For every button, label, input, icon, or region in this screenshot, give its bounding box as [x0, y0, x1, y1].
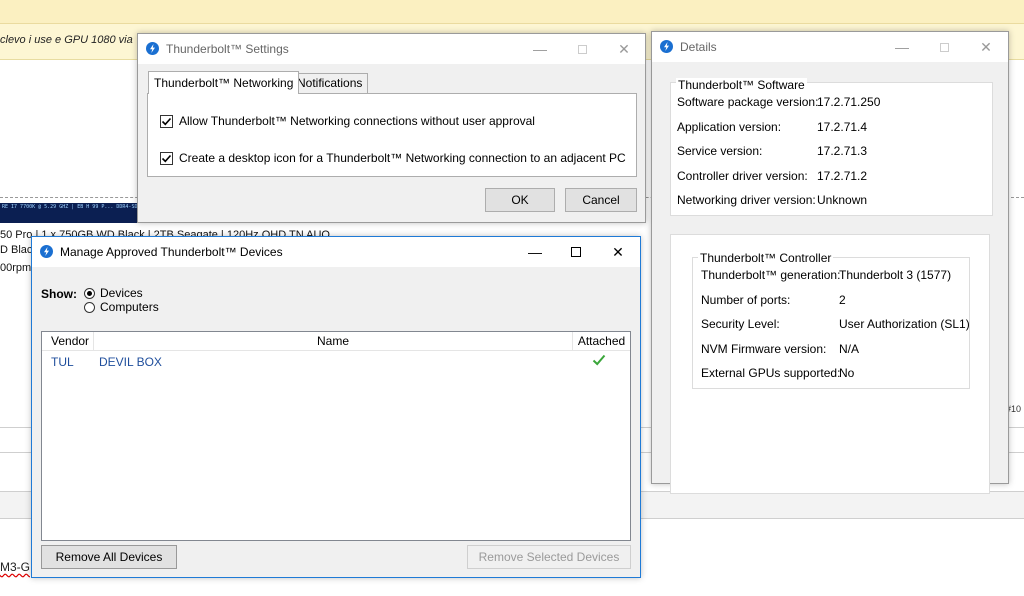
maximize-icon	[577, 44, 587, 54]
maximize-button[interactable]	[922, 32, 966, 62]
column-header-vendor[interactable]: Vendor	[42, 332, 94, 351]
column-header-attached[interactable]: Attached	[573, 332, 630, 351]
post-text: M3-G	[0, 560, 30, 574]
networking-tab-panel: Allow Thunderbolt™ Networking connection…	[147, 93, 637, 177]
detail-value: Unknown	[817, 193, 868, 207]
cancel-button[interactable]: Cancel	[565, 188, 637, 212]
maximize-button[interactable]	[560, 34, 604, 64]
forum-notice-header	[0, 0, 1024, 24]
detail-value: 17.2.71.250	[817, 95, 881, 109]
detail-label: Application version:	[677, 119, 782, 134]
software-group-title: Thunderbolt™ Software	[676, 78, 807, 92]
desktop-icon-checkbox[interactable]	[160, 151, 173, 165]
radio-devices-button[interactable]	[84, 287, 95, 299]
radio-computers-label: Computers	[100, 300, 159, 314]
window-title: Manage Approved Thunderbolt™ Devices	[60, 245, 283, 259]
radio-computers-button[interactable]	[84, 301, 95, 313]
detail-value: N/A	[839, 341, 860, 356]
signature-line: D Blac	[0, 244, 33, 256]
allow-networking-checkbox[interactable]	[160, 114, 173, 128]
device-name: DEVIL BOX	[99, 355, 162, 369]
window-title: Details	[680, 40, 717, 54]
desktop-icon-option[interactable]: Create a desktop icon for a Thunderbolt™…	[160, 151, 626, 165]
device-vendor: TUL	[51, 355, 74, 369]
details-titlebar[interactable]: Details — ✕	[652, 32, 1008, 62]
detail-label: Controller driver version:	[677, 168, 808, 183]
checkmark-icon	[161, 117, 172, 125]
detail-value: 2	[839, 292, 846, 307]
maximize-icon	[571, 247, 581, 257]
signature-line: 00rpm	[0, 262, 32, 274]
detail-label: Service version:	[677, 144, 763, 158]
detail-label: Networking driver version:	[677, 193, 816, 207]
detail-label: Security Level:	[701, 317, 780, 331]
maximize-icon	[939, 42, 949, 52]
settings-titlebar[interactable]: Thunderbolt™ Settings — ✕	[138, 34, 645, 64]
thunderbolt-icon	[40, 245, 53, 258]
detail-label: Number of ports:	[701, 292, 791, 307]
detail-value: User Authorization (SL1)	[839, 317, 970, 331]
radio-devices-label: Devices	[100, 286, 143, 300]
close-button[interactable]: ✕	[964, 32, 1008, 62]
close-button[interactable]: ✕	[596, 237, 640, 267]
minimize-button[interactable]: —	[880, 32, 924, 62]
device-list[interactable]: Vendor Name Attached TUL DEVIL BOX	[41, 331, 631, 541]
detail-label: Software package version:	[677, 95, 819, 109]
thunderbolt-icon	[660, 40, 673, 53]
checkmark-icon	[161, 154, 172, 162]
minimize-button[interactable]: —	[518, 34, 562, 64]
manage-devices-window: Manage Approved Thunderbolt™ Devices — ✕…	[31, 236, 641, 578]
remove-selected-devices-button[interactable]: Remove Selected Devices	[467, 545, 631, 569]
maximize-button[interactable]	[554, 237, 598, 267]
detail-label: External GPUs supported:	[701, 366, 841, 380]
settings-dialog: Thunderbolt™ Settings — ✕ Thunderbolt™ N…	[137, 33, 646, 223]
details-window: Details — ✕ Thunderbolt™ Software Softwa…	[651, 31, 1009, 494]
table-row[interactable]: TUL DEVIL BOX	[42, 352, 630, 370]
radio-devices[interactable]: Devices	[84, 286, 143, 300]
desktop-icon-label: Create a desktop icon for a Thunderbolt™…	[179, 151, 626, 165]
detail-value: 17.2.71.4	[817, 119, 868, 134]
remove-all-devices-button[interactable]: Remove All Devices	[41, 545, 177, 569]
ok-button[interactable]: OK	[485, 188, 555, 212]
tab-thunderbolt-networking[interactable]: Thunderbolt™ Networking	[148, 71, 300, 94]
controller-group-title: Thunderbolt™ Controller	[698, 251, 834, 265]
detail-label: Thunderbolt™ generation:	[701, 268, 841, 282]
close-button[interactable]: ✕	[602, 34, 646, 64]
tab-notifications[interactable]: Notifications	[291, 73, 369, 93]
attached-check-icon	[592, 353, 606, 370]
details-content: Thunderbolt™ Software Software package v…	[653, 62, 1007, 494]
forum-notice-text: clevo i use e GPU 1080 via	[0, 34, 133, 46]
manage-titlebar[interactable]: Manage Approved Thunderbolt™ Devices — ✕	[32, 237, 640, 267]
thunderbolt-icon	[146, 42, 159, 55]
detail-value: Thunderbolt 3 (1577)	[839, 268, 952, 282]
allow-networking-label: Allow Thunderbolt™ Networking connection…	[179, 114, 535, 128]
window-title: Thunderbolt™ Settings	[166, 42, 289, 56]
detail-value: 17.2.71.3	[817, 144, 868, 158]
show-label: Show:	[41, 287, 77, 301]
detail-label: NVM Firmware version:	[701, 341, 827, 356]
minimize-button[interactable]: —	[513, 237, 557, 267]
signature-banner: RE I7 7700K @ 5.29 GHZ | EB H 99 P... DD…	[0, 203, 140, 223]
detail-value: 17.2.71.2	[817, 168, 868, 183]
allow-networking-option[interactable]: Allow Thunderbolt™ Networking connection…	[160, 114, 535, 128]
radio-computers[interactable]: Computers	[84, 300, 159, 314]
column-header-name[interactable]: Name	[94, 332, 573, 351]
detail-value: No	[839, 366, 855, 380]
